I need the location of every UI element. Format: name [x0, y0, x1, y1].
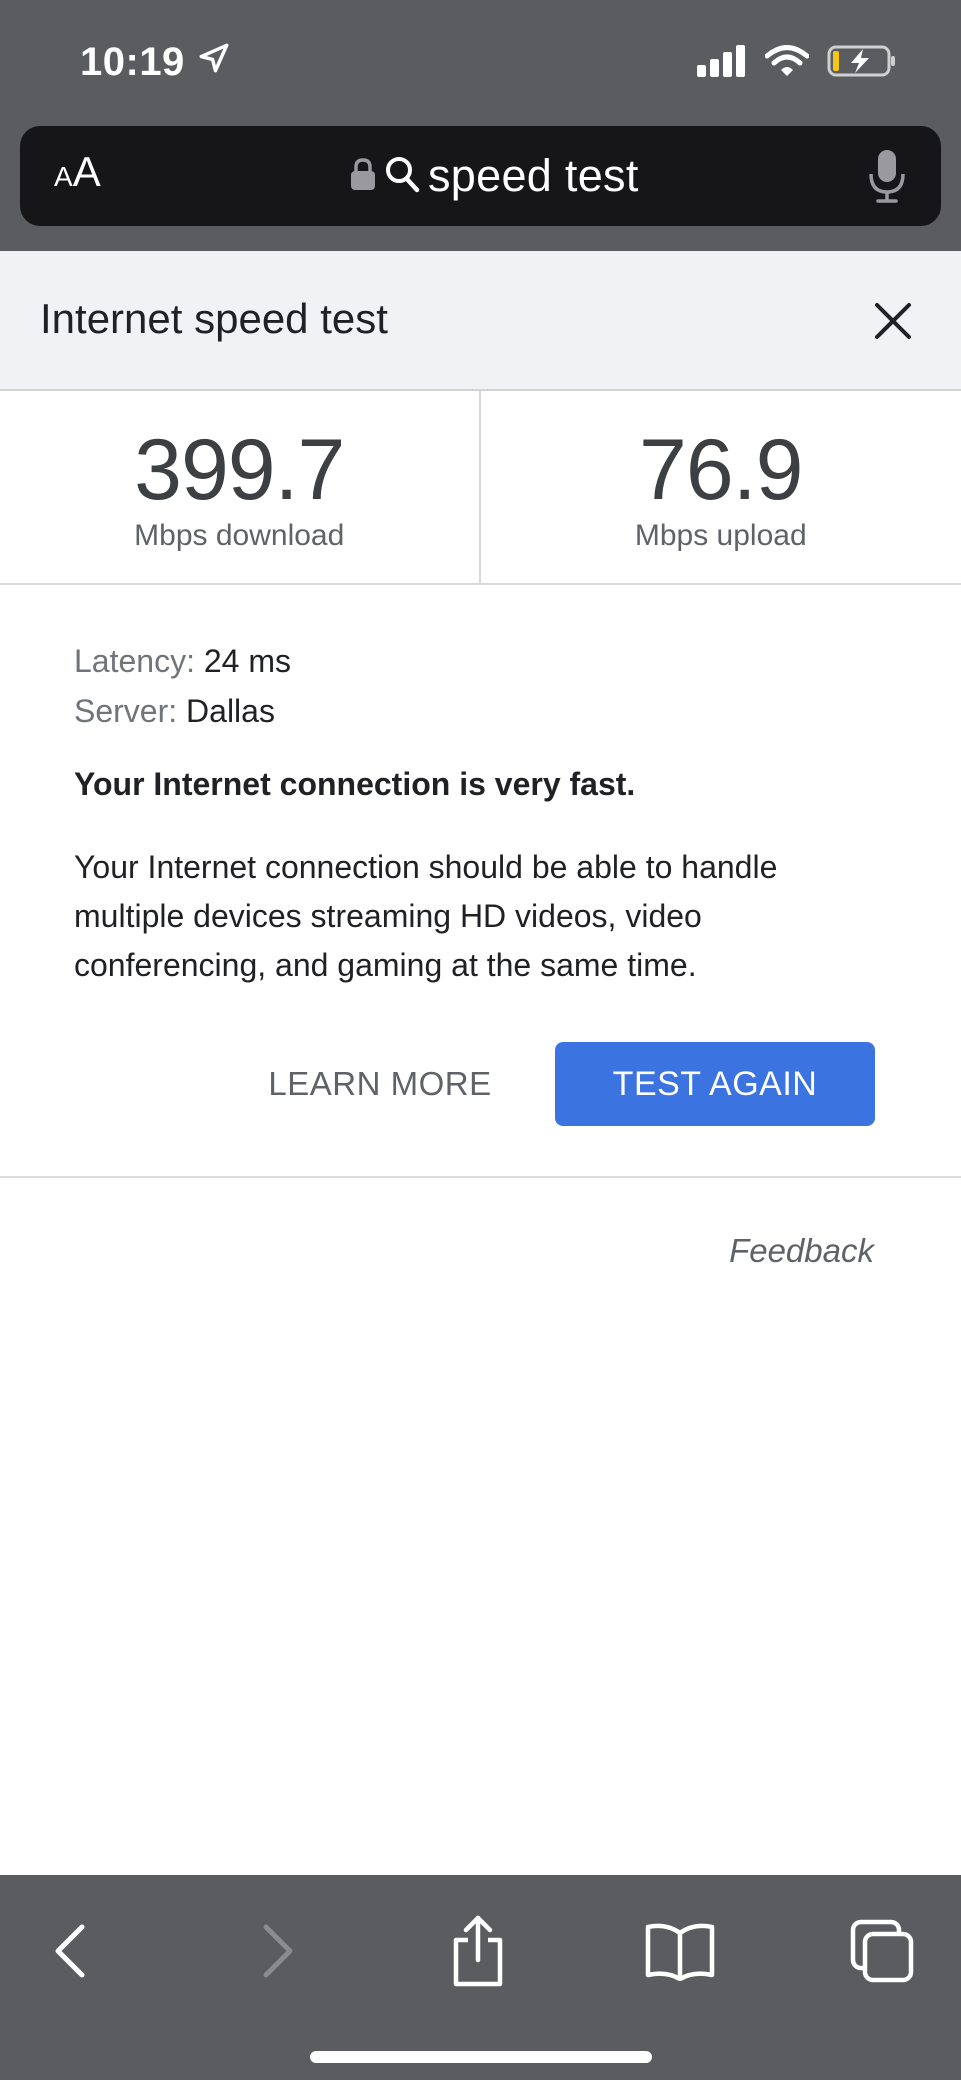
status-icons	[697, 44, 897, 83]
address-bar[interactable]: A A speed test	[20, 126, 941, 226]
time-text: 10:19	[80, 40, 185, 84]
home-indicator[interactable]	[310, 2051, 652, 2063]
aa-big-letter: A	[72, 148, 101, 195]
bottom-toolbar	[0, 1875, 961, 2080]
aa-small-letter: A	[54, 161, 73, 192]
speed-results: 399.7 Mbps download 76.9 Mbps upload	[0, 391, 961, 585]
page-title: Internet speed test	[40, 295, 388, 342]
feedback-link[interactable]: Feedback	[729, 1232, 874, 1270]
server-line: Server: Dallas	[74, 686, 894, 736]
top-chrome: 10:19 A A speed test	[0, 0, 961, 251]
tabs-icon[interactable]	[842, 1911, 922, 1991]
battery-charging-icon	[827, 44, 897, 83]
wifi-icon	[764, 45, 810, 82]
cellular-signal-icon	[697, 45, 747, 82]
speed-verdict: Your Internet connection is very fast.	[74, 766, 636, 802]
server-value: Dallas	[186, 693, 275, 729]
text-size-button[interactable]: A A	[54, 148, 101, 204]
divider	[0, 1176, 961, 1178]
test-details: Latency: 24 ms Server: Dallas Your Inter…	[74, 636, 894, 990]
learn-more-button[interactable]: LEARN MORE	[254, 1042, 506, 1126]
lock-icon	[350, 157, 376, 196]
latency-line: Latency: 24 ms	[74, 636, 894, 686]
location-arrow-icon	[197, 40, 231, 85]
download-label: Mbps download	[134, 519, 345, 552]
download-value: 399.7	[134, 422, 345, 518]
download-result: 399.7 Mbps download	[0, 391, 481, 583]
microphone-icon[interactable]	[867, 148, 907, 204]
book-icon[interactable]	[640, 1911, 720, 1991]
server-key: Server:	[74, 693, 178, 729]
latency-key: Latency:	[74, 643, 195, 679]
url-field[interactable]: speed test	[350, 144, 639, 208]
chevron-right-icon[interactable]	[238, 1911, 318, 1991]
test-again-button[interactable]: TEST AGAIN	[555, 1042, 875, 1126]
close-icon[interactable]	[869, 297, 917, 345]
upload-value: 76.9	[639, 422, 803, 518]
status-time: 10:19	[80, 40, 231, 85]
upload-label: Mbps upload	[634, 519, 807, 552]
share-icon[interactable]	[438, 1911, 518, 1991]
speed-test-header: Internet speed test	[0, 251, 961, 391]
latency-value: 24 ms	[203, 643, 291, 679]
chevron-left-icon[interactable]	[30, 1911, 110, 1991]
search-query: speed test	[428, 150, 639, 201]
speed-description: Your Internet connection should be able …	[74, 849, 778, 983]
search-icon	[384, 155, 420, 198]
safari-page: 10:19 A A speed test Internet speed test…	[0, 0, 961, 2080]
upload-result: 76.9 Mbps upload	[481, 391, 961, 583]
